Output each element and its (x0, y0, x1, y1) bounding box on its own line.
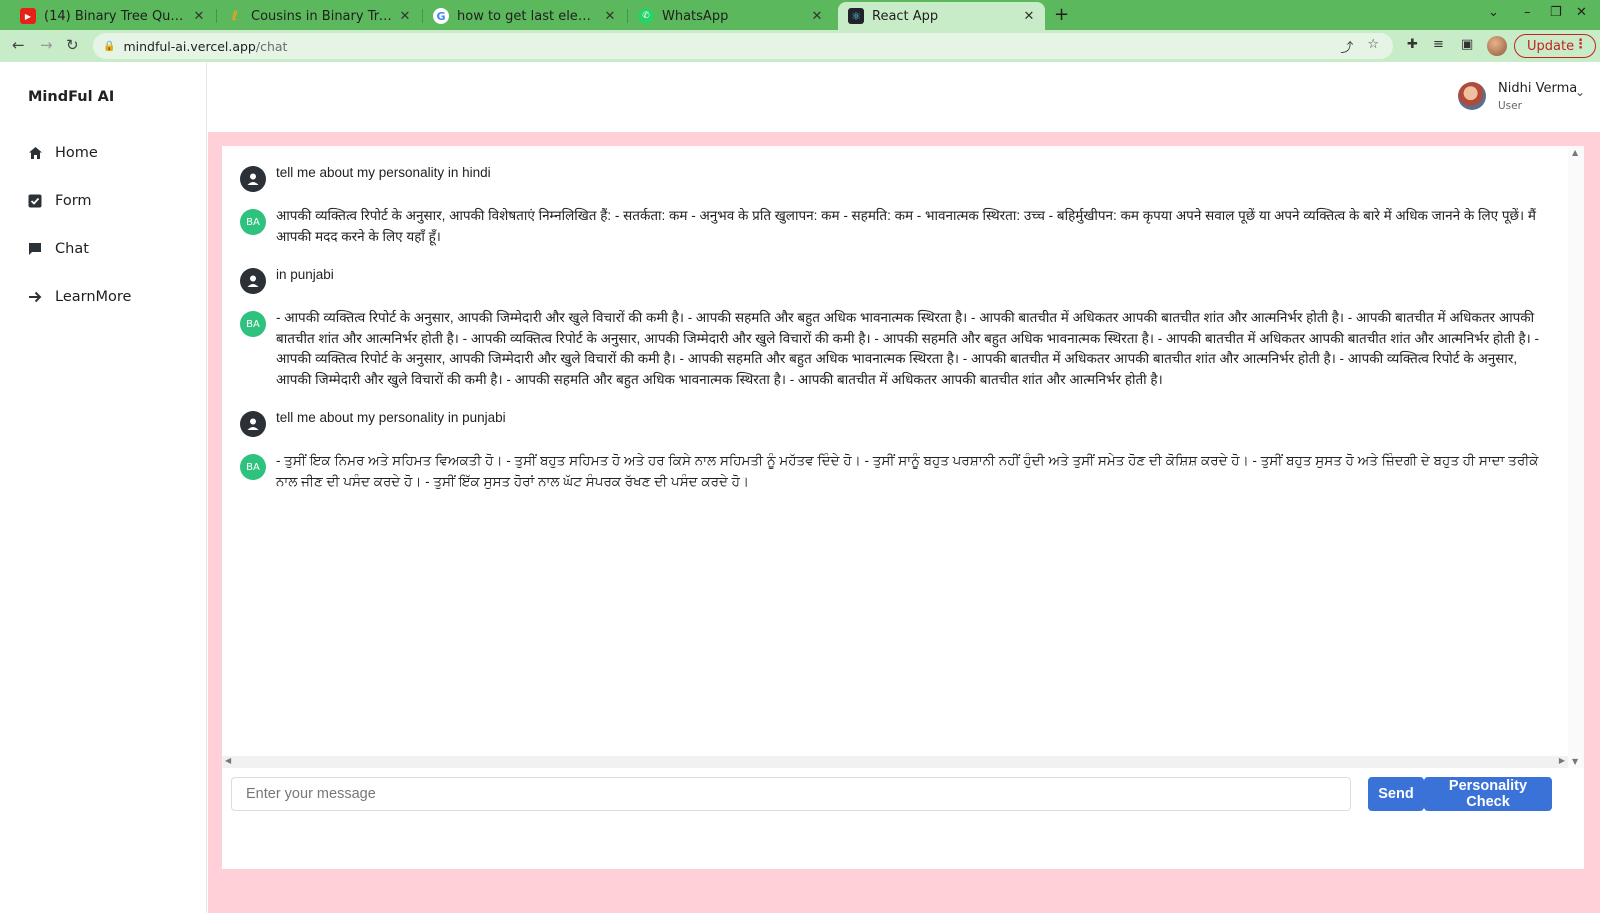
user-avatar[interactable] (1458, 82, 1486, 110)
extensions-icon[interactable]: ✚ (1407, 37, 1418, 52)
bot-avatar: BA (240, 311, 266, 337)
restore-icon[interactable]: ❐ (1550, 5, 1562, 20)
message-bot: BA - ਤੁਸੀਂ ਇਕ ਨਿਮਰ ਅਤੇ ਸਹਿਮਤ ਵਿਅਕਤੀ ਹੋ। … (240, 451, 1540, 492)
message-user: tell me about my personality in punjabi (240, 408, 1540, 437)
browser-tab-leetcode[interactable]: ℓ Cousins in Binary Tree - Le ✕ (217, 2, 421, 30)
home-icon (27, 145, 43, 161)
sidebar-item-label: Home (55, 145, 98, 161)
message-bot: BA आपकी व्यक्तित्व रिपोर्ट के अनुसार, आप… (240, 206, 1540, 247)
personality-check-button[interactable]: Personality Check (1424, 777, 1552, 811)
omnibox-actions: ⤴ ☆ (1340, 37, 1379, 56)
sidebar-item-form[interactable]: Form (27, 190, 92, 212)
chevron-down-icon[interactable]: ⌄ (1575, 85, 1585, 99)
share-icon[interactable]: ⤴ (1340, 37, 1353, 56)
close-icon[interactable]: ✕ (602, 9, 618, 24)
forward-icon[interactable]: → (40, 36, 53, 54)
browser-tab-whatsapp[interactable]: ✆ WhatsApp ✕ (628, 2, 833, 30)
message-input[interactable] (231, 777, 1351, 811)
leetcode-icon: ℓ (231, 8, 239, 24)
address-path: /chat (255, 38, 288, 54)
message-user: in punjabi (240, 265, 1540, 294)
message-text: tell me about my personality in punjabi (276, 410, 506, 425)
sidebar-item-learnmore[interactable]: LearnMore (27, 286, 131, 308)
browser-toolbar: ← → ↻ 🔒 mindful-ai.vercel.app/chat ⤴ ☆ ✚… (0, 30, 1600, 62)
menu-dots-icon[interactable]: ⋮ (1574, 37, 1587, 52)
sidebar: MindFul AI Home Form Chat LearnMore (0, 62, 207, 913)
browser-profile-avatar[interactable] (1487, 36, 1507, 56)
message-text: tell me about my personality in hindi (276, 165, 491, 180)
minimize-icon[interactable]: – (1524, 5, 1531, 20)
close-icon[interactable]: ✕ (397, 9, 413, 24)
vertical-scrollbar[interactable]: ▲ ▼ (1568, 146, 1584, 768)
side-panel-icon[interactable]: ▣ (1461, 37, 1473, 52)
main-content: tell me about my personality in hindi BA… (208, 132, 1600, 913)
reload-icon[interactable]: ↻ (66, 36, 79, 54)
google-icon: G (433, 8, 449, 24)
new-tab-icon[interactable]: + (1054, 4, 1069, 25)
bot-avatar: BA (240, 209, 266, 235)
scroll-up-icon[interactable]: ▲ (1572, 148, 1578, 157)
tab-title: Cousins in Binary Tree - Le (251, 8, 397, 24)
tab-title: React App (872, 8, 939, 24)
sidebar-item-label: Chat (55, 241, 89, 257)
sidebar-item-home[interactable]: Home (27, 142, 98, 164)
chat-icon (27, 241, 43, 257)
browser-tab-strip: ▶ (14) Binary Tree Question ✕ ℓ Cousins … (0, 0, 1600, 30)
update-label: Update (1527, 38, 1575, 54)
checkbox-icon (27, 193, 43, 209)
message-text: आपकी व्यक्तित्व रिपोर्ट के अनुसार, आपकी … (276, 208, 1536, 244)
message-user: tell me about my personality in hindi (240, 163, 1540, 192)
message-text: in punjabi (276, 267, 334, 282)
scroll-down-icon[interactable]: ▼ (1572, 757, 1578, 766)
message-bot: BA - आपकी व्यक्तित्व रिपोर्ट के अनुसार, … (240, 308, 1540, 390)
address-host: mindful-ai.vercel.app (123, 38, 256, 54)
horizontal-scrollbar[interactable]: ◀ ▶ (222, 756, 1568, 768)
reading-list-icon[interactable]: ≡ (1433, 37, 1444, 52)
arrow-right-icon (27, 289, 43, 305)
whatsapp-icon: ✆ (638, 8, 654, 24)
user-role: User (1498, 100, 1522, 112)
bookmark-star-icon[interactable]: ☆ (1367, 37, 1379, 56)
scroll-left-icon[interactable]: ◀ (225, 756, 231, 765)
message-text: - ਤੁਸੀਂ ਇਕ ਨਿਮਰ ਅਤੇ ਸਹਿਮਤ ਵਿਅਕਤੀ ਹੋ। - ਤ… (276, 453, 1539, 489)
message-list: tell me about my personality in hindi BA… (222, 146, 1568, 768)
tab-title: (14) Binary Tree Question (44, 8, 191, 24)
sidebar-item-label: Form (55, 193, 92, 209)
user-avatar-icon (240, 411, 266, 437)
user-avatar-icon (240, 166, 266, 192)
tab-title: WhatsApp (662, 8, 729, 24)
close-icon[interactable]: ✕ (1021, 9, 1037, 24)
app-header: Nidhi Verma User ⌄ (208, 62, 1600, 132)
browser-tab-youtube[interactable]: ▶ (14) Binary Tree Question ✕ (10, 2, 215, 30)
user-avatar-icon (240, 268, 266, 294)
sidebar-item-chat[interactable]: Chat (27, 238, 89, 260)
close-icon[interactable]: ✕ (809, 9, 825, 24)
send-button[interactable]: Send (1368, 777, 1424, 811)
close-icon[interactable]: ✕ (191, 9, 207, 24)
message-text: - आपकी व्यक्तित्व रिपोर्ट के अनुसार, आपक… (276, 310, 1539, 387)
back-icon[interactable]: ← (12, 36, 25, 54)
sidebar-item-label: LearnMore (55, 289, 132, 305)
lock-icon[interactable]: 🔒 (103, 41, 115, 52)
chat-panel: tell me about my personality in hindi BA… (222, 146, 1584, 869)
youtube-icon: ▶ (20, 8, 36, 24)
tab-search-icon[interactable]: ⌄ (1488, 5, 1499, 20)
browser-tab-google[interactable]: G how to get last element o ✕ (423, 2, 626, 30)
user-name[interactable]: Nidhi Verma (1498, 81, 1577, 96)
address-bar[interactable]: 🔒 mindful-ai.vercel.app/chat ⤴ ☆ (93, 33, 1393, 59)
bot-avatar: BA (240, 454, 266, 480)
window-close-icon[interactable]: ✕ (1576, 5, 1587, 20)
react-icon: ⚛ (848, 8, 864, 24)
scroll-right-icon[interactable]: ▶ (1559, 756, 1565, 765)
brand-logo: MindFul AI (28, 89, 115, 105)
tab-title: how to get last element o (457, 8, 602, 24)
browser-update-button[interactable]: Update ⋮ (1514, 34, 1596, 58)
browser-tab-react-app[interactable]: ⚛ React App ✕ (838, 2, 1045, 30)
